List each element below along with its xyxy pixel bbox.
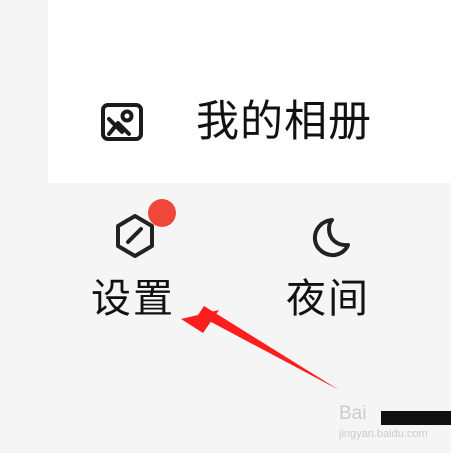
watermark-brand: Bai xyxy=(339,403,367,424)
settings-shortcut[interactable]: 设置 xyxy=(78,199,188,322)
watermark-url: jingyan.baidu.com xyxy=(339,428,428,440)
night-label: 夜间 xyxy=(286,276,370,322)
photo-album-icon xyxy=(101,103,143,141)
settings-label: 设置 xyxy=(91,276,175,322)
night-mode-shortcut[interactable]: 夜间 xyxy=(273,211,383,321)
moon-icon xyxy=(312,218,350,258)
my-album-item[interactable]: 我的相册 xyxy=(98,92,372,152)
notification-dot xyxy=(148,199,176,227)
watermark: Bai jingyan.baidu.com xyxy=(339,395,451,453)
watermark-bar xyxy=(381,411,451,425)
my-album-label: 我的相册 xyxy=(196,96,372,147)
album-card: 我的相册 xyxy=(0,0,451,183)
